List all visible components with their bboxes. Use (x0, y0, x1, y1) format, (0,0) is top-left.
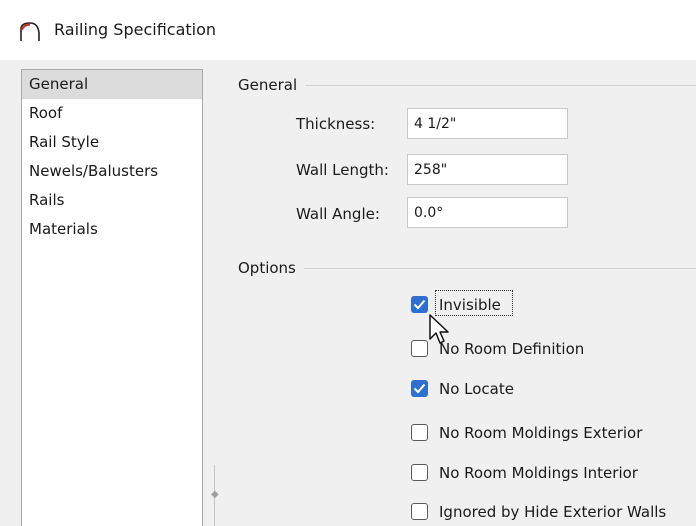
no-locate-checkbox[interactable] (411, 380, 428, 397)
category-materials[interactable]: Materials (22, 215, 202, 244)
category-newels-balusters[interactable]: Newels/Balusters (22, 157, 202, 186)
category-list[interactable]: General Roof Rail Style Newels/Balusters… (21, 69, 203, 526)
mouse-pointer-icon (429, 314, 449, 344)
category-general[interactable]: General (22, 70, 202, 99)
no-room-moldings-exterior-checkbox[interactable] (411, 424, 428, 441)
category-rail-style[interactable]: Rail Style (22, 128, 202, 157)
checkmark-icon (413, 299, 426, 310)
railing-arch-icon (20, 22, 40, 41)
wall-angle-input[interactable] (407, 197, 568, 228)
category-roof[interactable]: Roof (22, 99, 202, 128)
options-group-heading: Options (238, 258, 304, 278)
invisible-label[interactable]: Invisible (439, 295, 501, 315)
general-group-divider (238, 85, 696, 86)
no-room-moldings-exterior-label[interactable]: No Room Moldings Exterior (439, 423, 642, 443)
checkmark-icon (413, 383, 426, 394)
railing-specification-dialog: Railing Specification General Roof Rail … (0, 0, 696, 526)
ignored-by-hide-exterior-walls-checkbox[interactable] (411, 503, 428, 520)
no-room-moldings-interior-checkbox[interactable] (411, 464, 428, 481)
thickness-label: Thickness: (296, 115, 376, 133)
wall-length-input[interactable] (407, 154, 568, 185)
no-locate-label[interactable]: No Locate (439, 379, 514, 399)
no-room-moldings-interior-label[interactable]: No Room Moldings Interior (439, 463, 638, 483)
no-room-definition-checkbox[interactable] (411, 340, 428, 357)
wall-angle-label: Wall Angle: (296, 205, 380, 223)
invisible-checkbox[interactable] (411, 296, 428, 313)
thickness-input[interactable] (407, 108, 568, 139)
ignored-by-hide-exterior-walls-label[interactable]: Ignored by Hide Exterior Walls (439, 502, 666, 522)
dialog-title: Railing Specification (54, 20, 217, 39)
wall-length-label: Wall Length: (296, 161, 389, 179)
no-room-definition-label[interactable]: No Room Definition (439, 339, 584, 359)
title-bar: Railing Specification (0, 0, 696, 60)
general-group-heading: General (238, 75, 306, 95)
category-rails[interactable]: Rails (22, 186, 202, 215)
splitter-grip-icon[interactable]: ◆ (211, 488, 219, 502)
options-group-divider (238, 268, 696, 269)
